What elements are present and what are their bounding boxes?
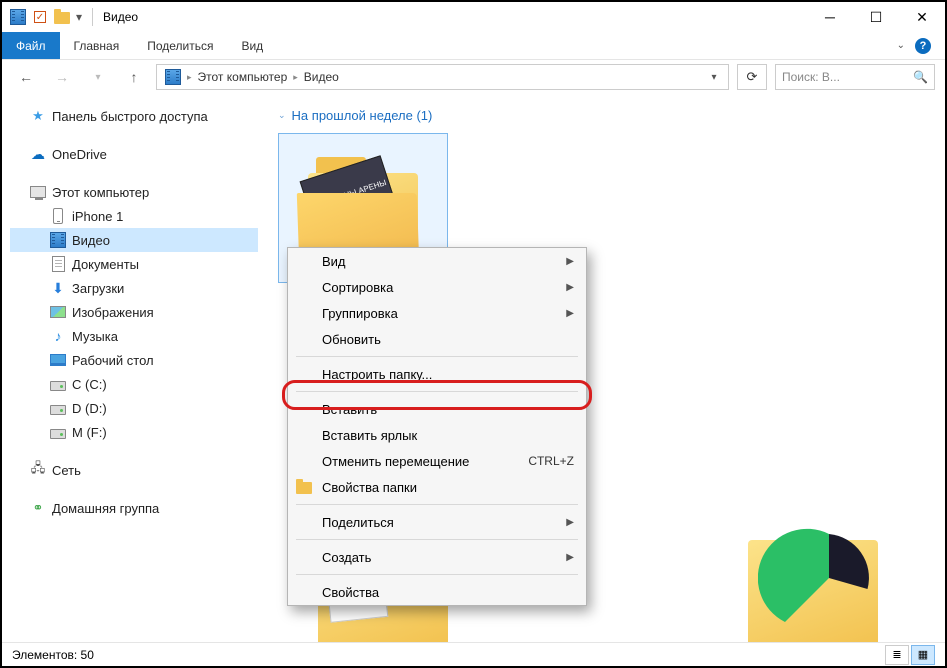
ctx-separator — [296, 504, 578, 505]
ctx-group[interactable]: Группировка▶ — [288, 300, 586, 326]
nav-history-dropdown[interactable]: ▾ — [84, 63, 112, 91]
view-details-button[interactable]: ≣ — [885, 645, 909, 665]
ribbon-tab-file[interactable]: Файл — [2, 32, 60, 59]
ctx-refresh[interactable]: Обновить — [288, 326, 586, 352]
search-placeholder: Поиск: В... — [782, 70, 840, 84]
ctx-paste[interactable]: Вставить — [288, 396, 586, 422]
ctx-undo-move[interactable]: Отменить перемещениеCTRL+Z — [288, 448, 586, 474]
title-separator — [92, 8, 93, 26]
ctx-share[interactable]: Поделиться▶ — [288, 509, 586, 535]
sidebar-item-downloads[interactable]: ⬇Загрузки — [10, 276, 258, 300]
status-item-count: Элементов: 50 — [12, 648, 94, 662]
submenu-arrow-icon: ▶ — [566, 308, 574, 319]
sidebar-item-desktop[interactable]: Рабочий стол — [10, 348, 258, 372]
ctx-sort[interactable]: Сортировка▶ — [288, 274, 586, 300]
chevron-down-icon: ⌄ — [278, 110, 286, 121]
ctx-paste-shortcut[interactable]: Вставить ярлык — [288, 422, 586, 448]
address-root-icon[interactable] — [161, 69, 185, 85]
submenu-arrow-icon: ▶ — [566, 256, 574, 267]
qat-dropdown-icon[interactable]: ▾ — [76, 10, 82, 24]
minimize-button[interactable]: ─ — [807, 2, 853, 32]
sidebar-item-drive-m[interactable]: M (F:) — [10, 420, 258, 444]
close-button[interactable]: ✕ — [899, 2, 945, 32]
ctx-separator — [296, 391, 578, 392]
navigation-sidebar: ★Панель быстрого доступа ☁OneDrive Этот … — [2, 94, 258, 640]
address-row: ← → ▾ ↑ ▸ Этот компьютер ▸ Видео ▾ ⟳ Пои… — [2, 60, 945, 94]
submenu-arrow-icon: ▶ — [566, 552, 574, 563]
ribbon-expand-icon[interactable]: ⌄ — [897, 40, 905, 51]
breadcrumb-root[interactable]: Этот компьютер — [194, 70, 292, 84]
view-icons-button[interactable]: ▦ — [911, 645, 935, 665]
sidebar-quick-access[interactable]: ★Панель быстрого доступа — [10, 104, 258, 128]
sidebar-homegroup[interactable]: ⚭Домашняя группа — [10, 496, 258, 520]
chevron-right-icon[interactable]: ▸ — [291, 72, 300, 83]
sidebar-item-video[interactable]: Видео — [10, 228, 258, 252]
address-dropdown-icon[interactable]: ▾ — [704, 65, 724, 89]
window-title: Видео — [103, 10, 138, 24]
sidebar-item-pictures[interactable]: Изображения — [10, 300, 258, 324]
nav-back-button[interactable]: ← — [12, 63, 40, 91]
status-bar: Элементов: 50 ≣ ▦ — [2, 642, 945, 666]
sidebar-this-pc[interactable]: Этот компьютер — [10, 180, 258, 204]
help-icon[interactable]: ? — [915, 38, 931, 54]
sidebar-item-documents[interactable]: Документы — [10, 252, 258, 276]
title-bar: ✓ ▾ Видео ─ ☐ ✕ — [2, 2, 945, 32]
ribbon: Файл Главная Поделиться Вид ⌄ ? — [2, 32, 945, 60]
qat-checkbox-icon[interactable]: ✓ — [32, 9, 48, 25]
ctx-folder-properties[interactable]: Свойства папки — [288, 474, 586, 500]
search-box[interactable]: Поиск: В... 🔍 — [775, 64, 935, 90]
sidebar-item-drive-d[interactable]: D (D:) — [10, 396, 258, 420]
ribbon-tab-share[interactable]: Поделиться — [133, 32, 227, 59]
ribbon-tab-view[interactable]: Вид — [227, 32, 277, 59]
app-icon — [10, 9, 26, 25]
ribbon-tab-home[interactable]: Главная — [60, 32, 134, 59]
refresh-button[interactable]: ⟳ — [737, 64, 767, 90]
address-bar[interactable]: ▸ Этот компьютер ▸ Видео ▾ — [156, 64, 729, 90]
folder-props-icon — [296, 479, 312, 495]
nav-forward-button[interactable]: → — [48, 63, 76, 91]
sidebar-onedrive[interactable]: ☁OneDrive — [10, 142, 258, 166]
maximize-button[interactable]: ☐ — [853, 2, 899, 32]
sidebar-item-iphone[interactable]: iPhone 1 — [10, 204, 258, 228]
ctx-customize-folder[interactable]: Настроить папку... — [288, 361, 586, 387]
submenu-arrow-icon: ▶ — [566, 282, 574, 293]
qat-folder-icon[interactable] — [54, 9, 70, 25]
sidebar-item-music[interactable]: ♪Музыка — [10, 324, 258, 348]
search-icon: 🔍 — [913, 70, 928, 84]
folder-item[interactable] — [728, 520, 898, 650]
context-menu: Вид▶ Сортировка▶ Группировка▶ Обновить Н… — [287, 247, 587, 606]
submenu-arrow-icon: ▶ — [566, 517, 574, 528]
group-header[interactable]: ⌄ На прошлой неделе (1) — [278, 102, 925, 133]
sidebar-network[interactable]: 🖧Сеть — [10, 458, 258, 482]
ctx-view[interactable]: Вид▶ — [288, 248, 586, 274]
nav-up-button[interactable]: ↑ — [120, 63, 148, 91]
ctx-separator — [296, 574, 578, 575]
ctx-separator — [296, 539, 578, 540]
chevron-right-icon[interactable]: ▸ — [185, 72, 194, 83]
breadcrumb-current[interactable]: Видео — [300, 70, 343, 84]
ctx-properties[interactable]: Свойства — [288, 579, 586, 605]
sidebar-item-drive-c[interactable]: C (C:) — [10, 372, 258, 396]
ctx-create[interactable]: Создать▶ — [288, 544, 586, 570]
ctx-separator — [296, 356, 578, 357]
